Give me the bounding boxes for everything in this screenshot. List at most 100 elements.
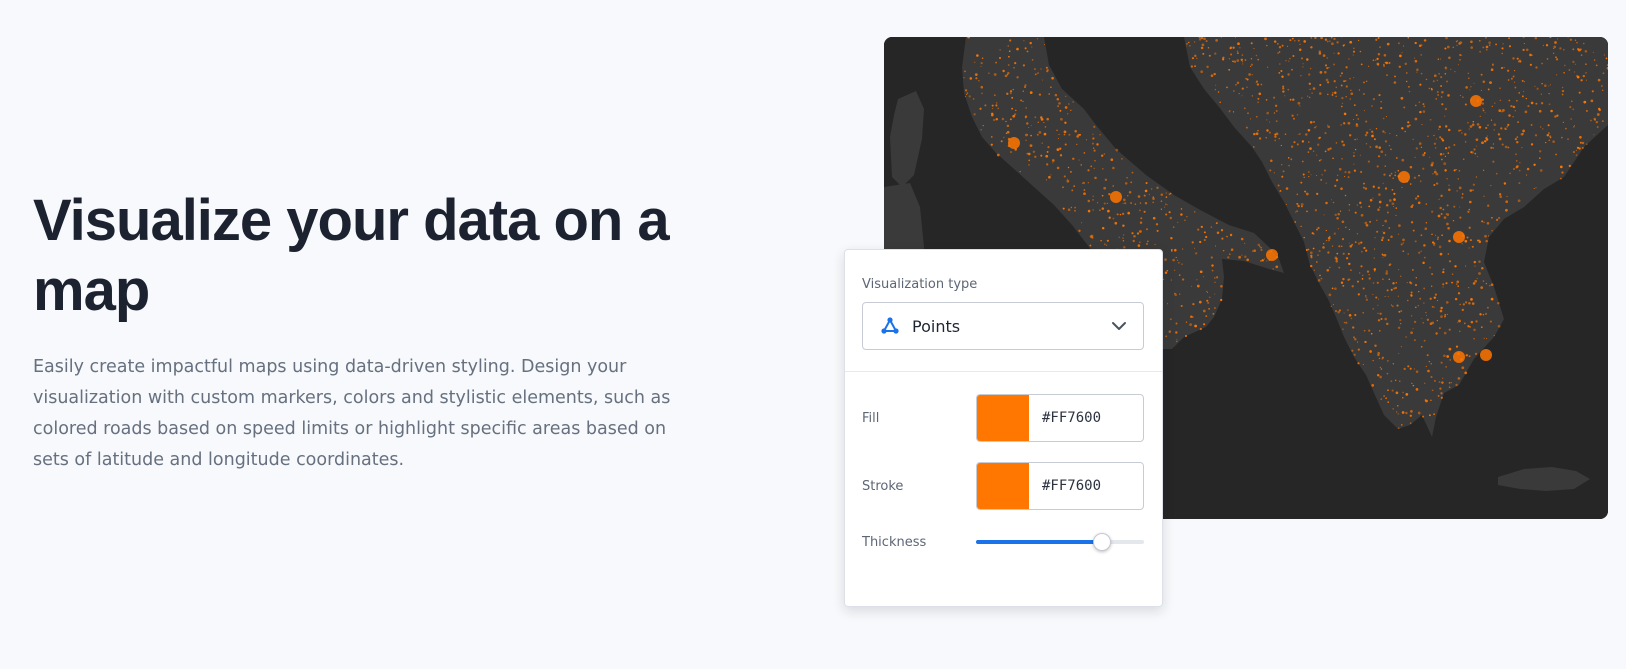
map-road-dot — [1390, 380, 1393, 383]
map-road-dot — [1363, 182, 1365, 185]
map-road-dot — [1596, 113, 1600, 116]
fill-hex-value[interactable]: #FF7600 — [1029, 395, 1143, 441]
map-road-dot — [1300, 225, 1302, 228]
map-road-dot — [1302, 63, 1304, 65]
map-road-dot — [1443, 315, 1447, 318]
map-road-dot — [1339, 210, 1342, 212]
map-road-dot — [1471, 123, 1475, 127]
map-road-dot — [1371, 105, 1373, 107]
map-road-dot — [1492, 63, 1494, 65]
thickness-slider-thumb[interactable] — [1093, 533, 1111, 551]
map-road-dot — [1500, 127, 1503, 130]
map-road-dot — [1436, 79, 1438, 82]
map-road-dot — [1122, 237, 1124, 239]
map-road-dot — [1065, 95, 1067, 97]
map-road-dot — [1547, 132, 1550, 135]
map-road-dot — [1478, 39, 1481, 42]
map-road-dot — [1364, 295, 1367, 297]
map-road-dot — [1453, 144, 1456, 146]
map-road-dot — [1518, 182, 1521, 185]
map-road-dot — [1535, 102, 1538, 105]
fill-color-input[interactable]: #FF7600 — [976, 394, 1144, 442]
map-road-dot — [1330, 305, 1332, 307]
map-road-dot — [1376, 230, 1379, 233]
map-road-dot — [1413, 176, 1417, 180]
map-road-dot — [1181, 278, 1185, 281]
map-road-dot — [1318, 159, 1321, 162]
map-road-dot — [1010, 151, 1012, 153]
visualization-type-dropdown[interactable]: Points — [862, 302, 1144, 350]
map-road-dot — [1382, 130, 1385, 133]
map-road-dot — [1091, 142, 1094, 145]
thickness-slider[interactable] — [976, 532, 1144, 552]
map-road-dot — [1383, 173, 1386, 176]
map-road-dot — [998, 56, 1002, 60]
map-road-dot — [1232, 46, 1235, 49]
map-road-dot — [996, 153, 1000, 157]
map-road-dot — [1425, 314, 1428, 317]
stroke-color-swatch[interactable] — [977, 463, 1029, 509]
map-road-dot — [1051, 76, 1054, 80]
map-road-dot — [1412, 229, 1415, 232]
map-road-dot — [1416, 68, 1419, 72]
map-road-dot — [1415, 370, 1419, 373]
map-road-dot — [1006, 92, 1009, 95]
map-road-dot — [1275, 109, 1278, 113]
map-road-dot — [1178, 274, 1181, 276]
map-road-dot — [1458, 129, 1461, 132]
map-road-dot — [1311, 92, 1313, 94]
map-road-dot — [1462, 158, 1465, 161]
map-road-dot — [1444, 169, 1447, 172]
map-road-dot — [1541, 62, 1543, 65]
map-road-dot — [1468, 302, 1471, 305]
map-road-dot — [1505, 200, 1509, 204]
map-road-dot — [1222, 249, 1225, 252]
map-road-dot — [1045, 179, 1048, 181]
map-road-dot — [1373, 268, 1377, 271]
map-road-dot — [1132, 239, 1135, 243]
map-road-dot — [1297, 39, 1300, 42]
map-road-dot — [1085, 139, 1087, 141]
map-road-dot — [1550, 109, 1553, 113]
map-road-dot — [1331, 287, 1334, 290]
map-road-dot — [1401, 424, 1403, 426]
map-road-dot — [1122, 224, 1125, 227]
map-road-dot — [1444, 73, 1447, 75]
map-road-dot — [1376, 165, 1379, 168]
map-road-dot — [1468, 355, 1471, 358]
map-road-dot — [1572, 108, 1575, 111]
map-road-dot — [1175, 331, 1178, 334]
map-road-dot — [1538, 109, 1542, 113]
map-road-dot — [1327, 236, 1331, 240]
map-road-dot — [1089, 244, 1092, 247]
map-road-dot — [1063, 175, 1066, 178]
map-road-dot — [1498, 137, 1502, 141]
map-road-dot — [1382, 257, 1384, 259]
map-road-dot — [1377, 53, 1381, 56]
map-road-dot — [1447, 152, 1450, 154]
map-road-dot — [1459, 206, 1461, 208]
map-road-dot — [1417, 201, 1421, 205]
fill-color-swatch[interactable] — [977, 395, 1029, 441]
map-road-dot — [1104, 178, 1108, 181]
map-road-dot — [1359, 272, 1361, 274]
map-road-dot — [1170, 250, 1173, 252]
map-road-dot — [997, 107, 1000, 110]
map-road-dot — [1102, 168, 1104, 170]
map-road-dot — [1068, 133, 1071, 136]
map-road-dot — [1257, 101, 1259, 104]
map-road-dot — [1319, 71, 1323, 74]
stroke-color-input[interactable]: #FF7600 — [976, 462, 1144, 510]
map-road-dot — [1574, 63, 1576, 65]
map-road-dot — [1041, 79, 1044, 81]
map-road-dot — [1444, 66, 1447, 69]
map-road-dot — [1553, 47, 1555, 50]
map-road-dot — [1514, 137, 1518, 141]
map-road-dot — [1196, 279, 1198, 281]
map-road-dot — [1347, 252, 1350, 255]
stroke-hex-value[interactable]: #FF7600 — [1029, 463, 1143, 509]
map-road-dot — [1143, 210, 1146, 213]
map-road-dot — [1397, 326, 1401, 330]
map-road-dot — [1418, 174, 1420, 177]
map-road-dot — [1045, 154, 1049, 158]
